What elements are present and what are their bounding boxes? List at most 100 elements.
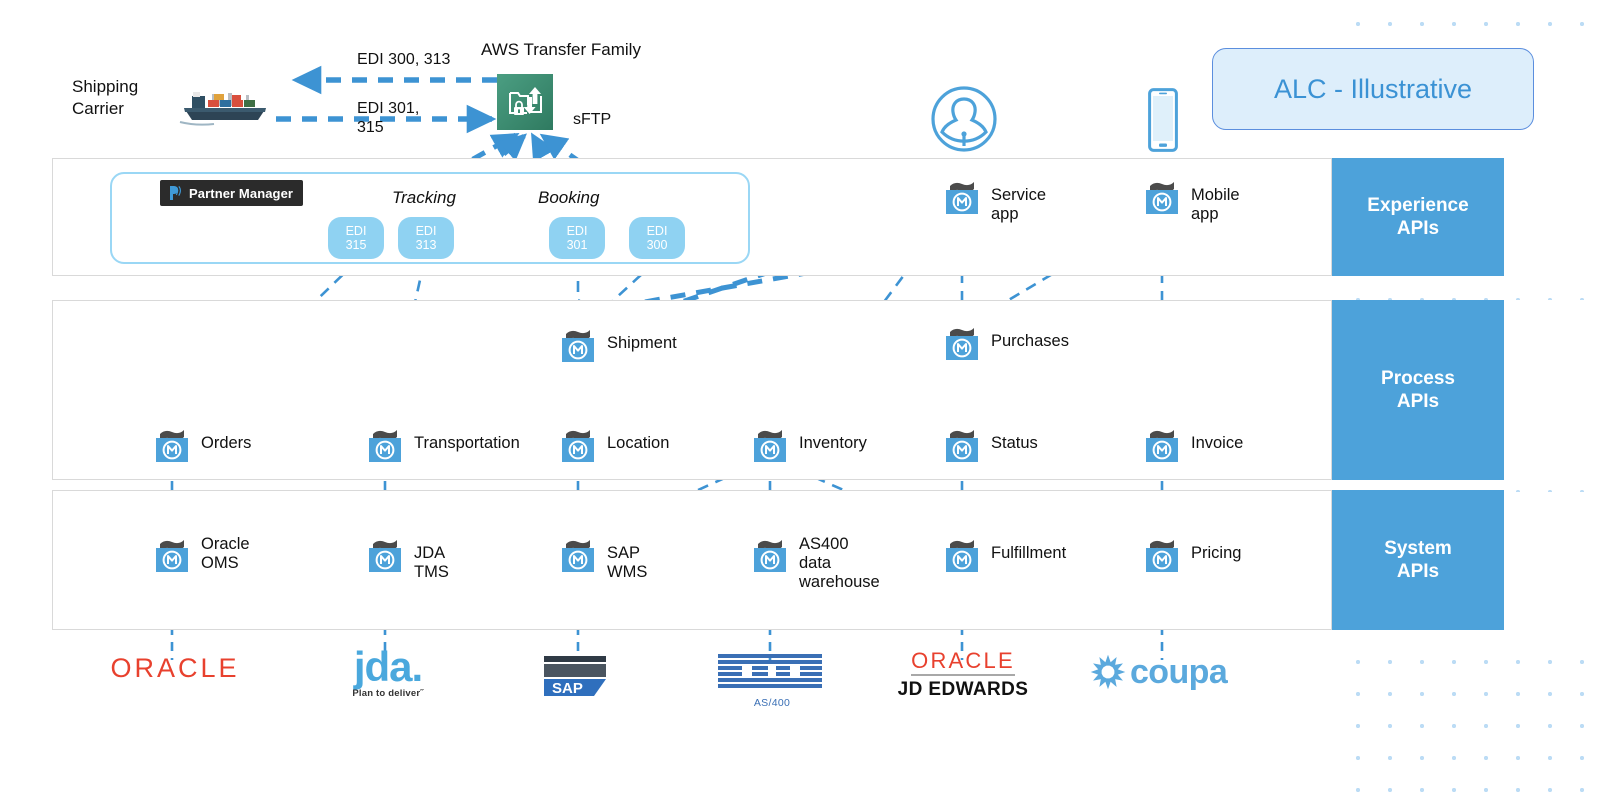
edi-node-313[interactable]: EDI 313 — [398, 217, 454, 259]
api-node-label: Pricing — [1191, 544, 1242, 562]
band-label-process: Process APIs — [1332, 300, 1504, 480]
coupa-logo-mark — [1090, 654, 1126, 690]
edi-prefix: EDI — [566, 224, 588, 238]
edi-prefix: EDI — [646, 224, 668, 238]
api-node-purchases[interactable]: Purchases — [939, 318, 1069, 364]
mulesoft-api-icon — [1139, 172, 1185, 218]
aws-transfer-family-icon[interactable] — [497, 74, 553, 130]
user-avatar-icon — [930, 85, 998, 153]
api-node-label: JDA TMS — [414, 544, 449, 581]
jda-logo-tagline: Plan to deliver˝ — [352, 687, 424, 699]
api-node-label: Transportation — [414, 434, 520, 452]
alc-illustrative-callout: ALC - Illustrative — [1212, 48, 1534, 130]
edi-node-301[interactable]: EDI 301 — [549, 217, 605, 259]
oracle-logo: ORACLE — [110, 655, 240, 682]
sap-logo: SAP — [538, 654, 618, 702]
mulesoft-api-icon — [362, 420, 408, 466]
mulesoft-api-icon — [555, 530, 601, 576]
api-node-label: Mobile app — [1191, 186, 1240, 223]
api-node-label: Service app — [991, 186, 1047, 223]
dot-grid-decoration — [1336, 2, 1598, 48]
edi-prefix: EDI — [345, 224, 367, 238]
api-node-mobile-app[interactable]: Mobile app — [1139, 172, 1240, 223]
oracle-jde-brand: ORACLE — [911, 650, 1015, 676]
api-node-label: SAP WMS — [607, 544, 648, 581]
band-label-line2: APIs — [1396, 218, 1440, 239]
api-node-service-app[interactable]: Service app — [939, 172, 1046, 223]
api-node-location[interactable]: Location — [555, 420, 669, 466]
band-label-line2: APIs — [1396, 561, 1440, 582]
api-node-label: Fulfillment — [991, 544, 1067, 562]
api-node-label: Orders — [201, 434, 252, 452]
cargo-ship-icon — [176, 84, 272, 128]
api-node-oracle-oms[interactable]: Oracle OMS — [149, 530, 250, 576]
diagram-canvas: Experience APIs Process APIs System APIs Sh… — [0, 0, 1600, 795]
mulesoft-api-icon — [939, 420, 985, 466]
edi-flow-label-inbound: EDI 301, 315 — [357, 100, 420, 136]
api-node-inventory[interactable]: Inventory — [747, 420, 867, 466]
coupa-logo: coupa — [1088, 652, 1246, 692]
sap-logo-mark: SAP — [544, 656, 606, 697]
aws-transfer-family-title: AWS Transfer Family — [481, 40, 641, 59]
band-label-system: System APIs — [1332, 490, 1504, 630]
edi-node-315[interactable]: EDI 315 — [328, 217, 384, 259]
coupa-logo-text: coupa — [1130, 653, 1228, 691]
api-node-label: Inventory — [799, 434, 867, 452]
mulesoft-api-icon — [939, 318, 985, 364]
band-label-line1: System — [1384, 538, 1452, 559]
api-node-jda-tms[interactable]: JDA TMS — [362, 530, 449, 581]
jda-logo-text: jda. — [353, 643, 423, 690]
edi-flow-label-outbound: EDI 300, 313 — [357, 51, 451, 68]
edi-code: 313 — [415, 238, 437, 252]
edi-code: 300 — [646, 238, 668, 252]
api-node-pricing[interactable]: Pricing — [1139, 530, 1241, 576]
edi-prefix: EDI — [415, 224, 437, 238]
api-node-label: AS400 data warehouse — [799, 535, 880, 591]
mulesoft-api-icon — [1139, 420, 1185, 466]
api-node-label: Location — [607, 434, 670, 452]
mulesoft-api-icon — [939, 530, 985, 576]
api-node-transportation[interactable]: Transportation — [362, 420, 520, 466]
edi-node-300[interactable]: EDI 300 — [629, 217, 685, 259]
jda-logo: jda. Plan to deliver˝ — [330, 643, 446, 699]
shipping-carrier-label: Shipping Carrier — [72, 77, 139, 118]
api-node-status[interactable]: Status — [939, 420, 1038, 466]
ibm-logo: AS/400 — [712, 650, 832, 709]
api-node-shipment[interactable]: Shipment — [555, 320, 677, 366]
api-node-label: Oracle OMS — [201, 535, 250, 572]
aws-sftp-label: sFTP — [573, 111, 612, 128]
band-label-line2: APIs — [1396, 391, 1440, 412]
mobile-phone-icon — [1148, 88, 1178, 152]
api-node-sap-wms[interactable]: SAP WMS — [555, 530, 647, 581]
mulesoft-api-icon — [1139, 530, 1185, 576]
dot-grid-decoration — [1336, 640, 1598, 792]
band-label-line1: Process — [1381, 368, 1455, 389]
dot-grid-decoration — [1336, 278, 1598, 300]
api-node-fulfillment[interactable]: Fulfillment — [939, 530, 1066, 576]
mulesoft-api-icon — [555, 320, 601, 366]
api-node-label: Status — [991, 434, 1038, 452]
band-label-line1: Experience — [1367, 195, 1469, 216]
edi-group-label-tracking: Tracking — [392, 188, 456, 207]
mulesoft-api-icon — [149, 420, 195, 466]
edi-group-label-booking: Booking — [538, 188, 600, 207]
mulesoft-api-icon — [939, 172, 985, 218]
ibm-as400-label: AS/400 — [753, 697, 791, 709]
mulesoft-api-icon — [362, 530, 408, 576]
oracle-jde-product: JD EDWARDS — [897, 679, 1029, 700]
band-label-experience: Experience APIs — [1332, 158, 1504, 276]
ibm-logo-mark — [718, 654, 822, 688]
api-node-label: Shipment — [607, 334, 677, 352]
api-node-as400-data-warehouse[interactable]: AS400 data warehouse — [747, 530, 880, 591]
api-node-orders[interactable]: Orders — [149, 420, 251, 466]
oracle-logo-text: ORACLE — [110, 653, 240, 683]
mulesoft-api-icon — [747, 420, 793, 466]
mulesoft-api-icon — [747, 530, 793, 576]
mulesoft-api-icon — [149, 530, 195, 576]
mulesoft-api-icon — [555, 420, 601, 466]
edi-code: 315 — [345, 238, 367, 252]
partner-manager-label: Partner Manager — [189, 185, 294, 201]
api-node-invoice[interactable]: Invoice — [1139, 420, 1243, 466]
partner-manager-badge[interactable]: Partner Manager — [160, 180, 304, 206]
edi-code: 301 — [566, 238, 588, 252]
